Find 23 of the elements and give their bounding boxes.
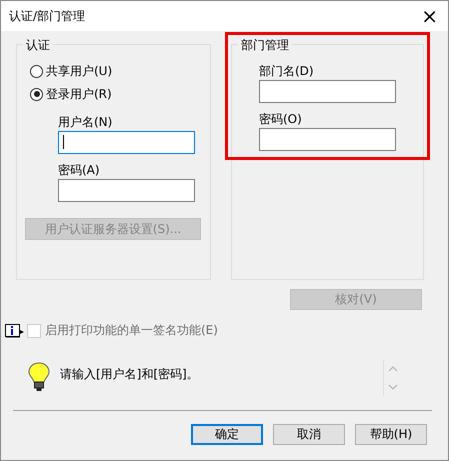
dialog-button[interactable]: 取消 <box>273 424 345 445</box>
lightbulb-icon <box>28 362 50 392</box>
field-label: 部门名(D) <box>259 63 315 79</box>
radio-option[interactable]: 共享用户(U) <box>30 63 210 79</box>
close-button[interactable]: × <box>417 6 442 26</box>
radio-button[interactable] <box>30 64 43 78</box>
username-field[interactable] <box>58 131 195 154</box>
group-legend: 部门管理 <box>238 37 292 53</box>
field-label: 密码(O) <box>259 111 303 127</box>
message-text: 请输入[用户名]和[密码]。 <box>60 366 200 383</box>
group-legend: 认证 <box>23 37 53 53</box>
radio-button[interactable] <box>30 88 43 100</box>
field-label: 密码(A) <box>58 162 101 178</box>
checkbox-label: 启用打印功能的单一签名功能(E) <box>45 322 218 339</box>
dialog-button[interactable]: 确定 <box>191 424 263 445</box>
dialog-button[interactable]: 帮助(H) <box>355 424 427 445</box>
radio-option[interactable]: 登录用户(R) <box>30 86 210 102</box>
field-label: 用户名(N) <box>58 114 114 130</box>
password-field[interactable] <box>58 179 195 202</box>
password-field[interactable] <box>259 128 396 151</box>
department-name-field[interactable] <box>259 80 396 103</box>
info-icon <box>5 324 25 338</box>
window-title: 认证/部门管理 <box>9 8 86 24</box>
